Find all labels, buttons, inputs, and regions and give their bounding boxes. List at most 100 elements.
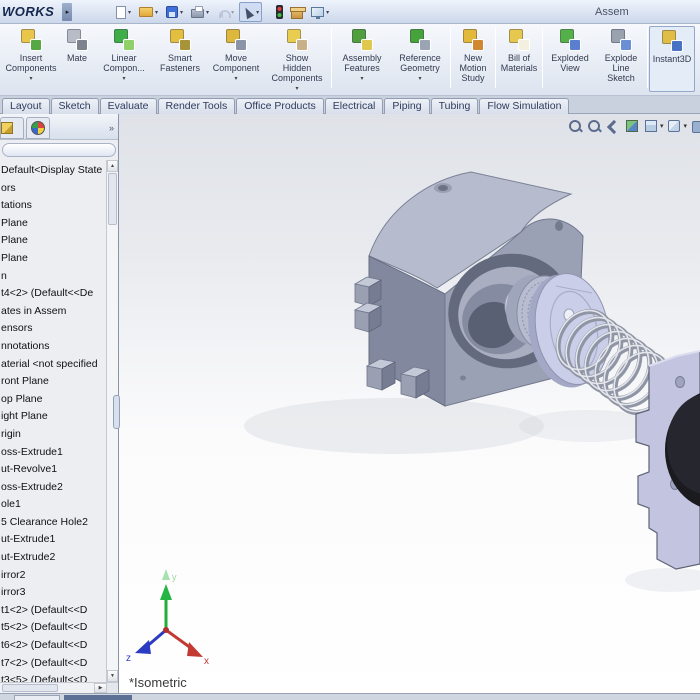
section-view-icon	[624, 118, 640, 134]
model-tab-stub[interactable]	[14, 695, 60, 700]
tab-sketch[interactable]: Sketch	[51, 98, 99, 115]
tree-horizontal-scrollbar[interactable]: ▶	[0, 682, 119, 693]
tree-item[interactable]: ut-Extrude1	[0, 531, 106, 549]
motion-study-tab-stub[interactable]	[64, 695, 132, 700]
zoom-to-fit-button[interactable]	[567, 118, 583, 134]
vertical-scroll-thumb[interactable]	[108, 173, 117, 225]
tab-tubing[interactable]: Tubing	[431, 98, 479, 115]
tree-item[interactable]: ut-Extrude2	[0, 549, 106, 567]
new-motion-study-button[interactable]: NewMotionStudy	[452, 26, 494, 92]
tree-item[interactable]: irror3	[0, 584, 106, 602]
tree-item[interactable]: ole1	[0, 496, 106, 514]
explode-line-sketch-button[interactable]: ExplodeLineSketch	[596, 26, 646, 92]
linear-component-pattern-button[interactable]: LinearCompon...▾	[96, 26, 152, 92]
mate-button[interactable]: Mate	[58, 26, 96, 92]
ribbon-separator	[331, 28, 332, 88]
open-file-dropdown[interactable]: ▾	[155, 9, 158, 16]
assembly-graphics[interactable]: y x z	[119, 114, 700, 693]
tree-item[interactable]: tations	[0, 197, 106, 215]
tab-piping[interactable]: Piping	[384, 98, 429, 115]
save-icon	[166, 6, 178, 18]
tree-item[interactable]: t5<2> (Default<<D	[0, 619, 106, 637]
tree-item[interactable]: rigin	[0, 426, 106, 444]
print-dropdown[interactable]: ▾	[206, 9, 209, 16]
configuration-manager-tab[interactable]	[26, 117, 50, 139]
tree-item[interactable]: oss-Extrude2	[0, 479, 106, 497]
tree-item[interactable]: ight Plane	[0, 408, 106, 426]
open-file-button[interactable]: ▾	[136, 2, 161, 22]
new-document-button[interactable]: ▾	[113, 2, 134, 22]
graphics-viewport[interactable]: y x z ▾▾ *Isometric	[119, 114, 700, 693]
undo-button[interactable]: ▾	[214, 2, 237, 22]
tree-item[interactable]: t3<5> (Default<<D	[0, 672, 106, 682]
tree-item[interactable]: ates in Assem	[0, 303, 106, 321]
scroll-down-arrow[interactable]: ▼	[107, 670, 118, 682]
ribbon-separator	[450, 28, 451, 88]
instant3d-button[interactable]: Instant3D	[649, 26, 695, 92]
feature-manager-tab[interactable]	[0, 117, 24, 139]
section-view-button[interactable]	[624, 118, 640, 134]
monitor-dropdown[interactable]: ▾	[326, 9, 329, 16]
tree-item[interactable]: Plane	[0, 250, 106, 268]
tree-item[interactable]: t1<2> (Default<<D	[0, 602, 106, 620]
application-window: WORKS ▸ ▾▾▾▾▾▾▾ Assem InsertComponents▾M…	[0, 0, 700, 700]
select-cursor-dropdown[interactable]: ▾	[256, 9, 259, 16]
print-button[interactable]: ▾	[188, 2, 212, 22]
select-cursor-button[interactable]: ▾	[239, 2, 262, 22]
horizontal-scroll-thumb[interactable]	[2, 684, 58, 692]
bill-of-materials-button[interactable]: Bill ofMaterials	[497, 26, 541, 92]
tab-electrical[interactable]: Electrical	[325, 98, 384, 115]
tree-item[interactable]: n	[0, 268, 106, 286]
exploded-view-button[interactable]: ExplodedView	[544, 26, 596, 92]
gift-box-button[interactable]	[288, 2, 306, 22]
hide-show-items-button[interactable]	[690, 118, 698, 134]
monitor-button[interactable]: ▾	[308, 2, 332, 22]
save-button[interactable]: ▾	[163, 2, 186, 22]
tree-item[interactable]: ront Plane	[0, 373, 106, 391]
quick-toolbar: ▾ ▾ ▾ ▾ ▾ ▾ ▾	[112, 1, 333, 23]
tree-item[interactable]: ut-Revolve1	[0, 461, 106, 479]
view-orientation-button[interactable]: ▾	[643, 118, 664, 134]
display-style-button[interactable]: ▾	[666, 118, 687, 134]
tree-item[interactable]: ensors	[0, 320, 106, 338]
tree-item[interactable]: t6<2> (Default<<D	[0, 637, 106, 655]
scroll-up-arrow[interactable]: ▲	[107, 160, 118, 172]
zoom-to-area-button[interactable]	[586, 118, 602, 134]
assembly-features-button[interactable]: AssemblyFeatures▾	[333, 26, 391, 92]
tab-layout[interactable]: Layout	[2, 98, 50, 115]
tree-item[interactable]: oss-Extrude1	[0, 444, 106, 462]
insert-components-icon	[19, 28, 43, 52]
new-document-dropdown[interactable]: ▾	[128, 9, 131, 16]
move-component-button[interactable]: MoveComponent▾	[208, 26, 264, 92]
tree-item[interactable]: aterial <not specified	[0, 356, 106, 374]
tree-item[interactable]: irror2	[0, 567, 106, 585]
open-file-icon	[139, 7, 153, 17]
undo-dropdown[interactable]: ▾	[231, 9, 234, 16]
panel-expand-chevron[interactable]: »	[109, 123, 114, 133]
tab-office-products[interactable]: Office Products	[236, 98, 324, 115]
tab-flow-simulation[interactable]: Flow Simulation	[479, 98, 569, 115]
reference-geometry-button[interactable]: ReferenceGeometry▾	[391, 26, 449, 92]
smart-fasteners-button[interactable]: SmartFasteners	[152, 26, 208, 92]
tab-render-tools[interactable]: Render Tools	[158, 98, 236, 115]
panel-splitter-handle[interactable]	[113, 395, 120, 429]
insert-components-button[interactable]: InsertComponents▾	[4, 26, 58, 92]
logo-grip-arrow[interactable]: ▸	[62, 3, 72, 21]
tree-item[interactable]: ors	[0, 180, 106, 198]
tab-evaluate[interactable]: Evaluate	[100, 98, 157, 115]
previous-view-button[interactable]	[605, 118, 621, 134]
tree-item[interactable]: Plane	[0, 215, 106, 233]
tree-item[interactable]: nnotations	[0, 338, 106, 356]
tree-item[interactable]: t7<2> (Default<<D	[0, 655, 106, 673]
tree-item[interactable]: 5 Clearance Hole2	[0, 514, 106, 532]
reference-geometry-icon	[408, 28, 432, 52]
tree-item[interactable]: Default<Display State	[0, 162, 106, 180]
show-hidden-components-button[interactable]: ShowHiddenComponents▾	[264, 26, 330, 92]
tree-item[interactable]: t4<2> (Default<<De	[0, 285, 106, 303]
tree-item[interactable]: op Plane	[0, 391, 106, 409]
traffic-light-button[interactable]	[273, 2, 286, 22]
view-orientation-label: *Isometric	[129, 675, 187, 690]
scroll-right-arrow[interactable]: ▶	[94, 683, 107, 693]
tree-item[interactable]: Plane	[0, 232, 106, 250]
save-dropdown[interactable]: ▾	[180, 9, 183, 16]
